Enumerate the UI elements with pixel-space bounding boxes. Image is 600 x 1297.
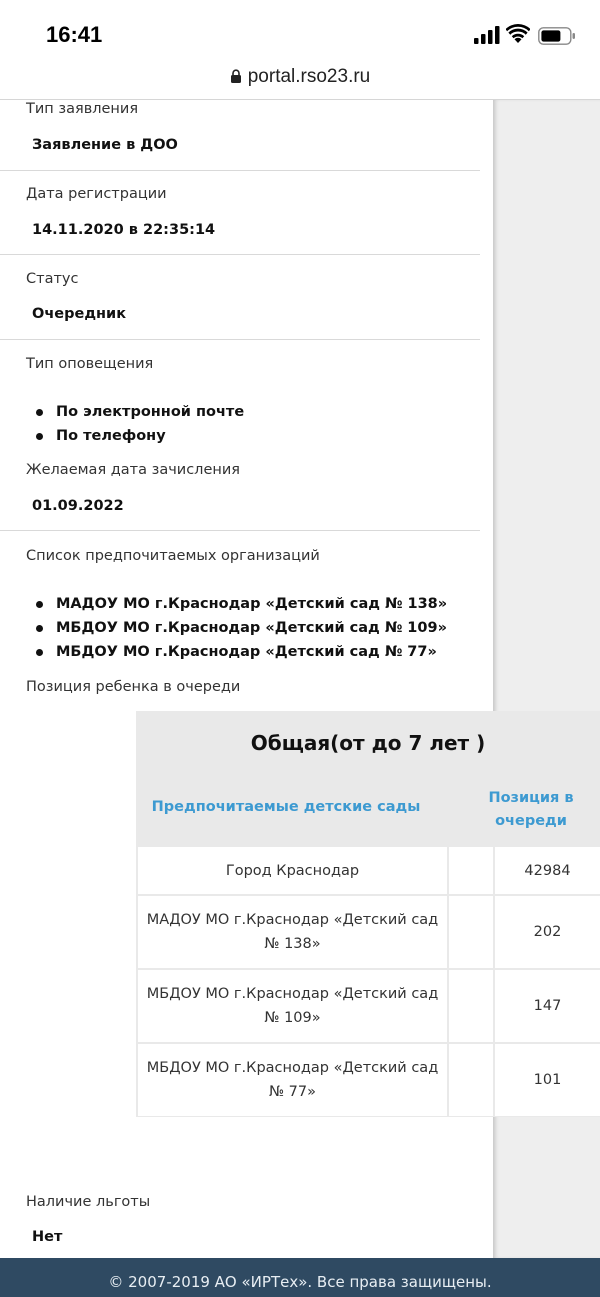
- status-label: Статус: [26, 271, 79, 287]
- enrollment-date-label: Желаемая дата зачисления: [26, 462, 240, 478]
- row-kindergarten-name: МБДОУ МО г.Краснодар «Детский сад № 109»: [138, 970, 447, 1042]
- queue-table: Общая(от до 7 лет ) Предпочитаемые детск…: [136, 711, 600, 1117]
- row-position: 101: [495, 1044, 600, 1116]
- address-bar[interactable]: portal.rso23.ru: [0, 62, 600, 100]
- enrollment-date-value: 01.09.2022: [32, 498, 124, 514]
- queue-table-title: Общая(от до 7 лет ): [250, 731, 486, 755]
- divider: [0, 254, 480, 255]
- url-text: portal.rso23.ru: [247, 66, 371, 87]
- row-kindergarten-name: МАДОУ МО г.Краснодар «Детский сад № 138»: [138, 896, 447, 968]
- row-position: 42984: [495, 847, 600, 894]
- battery-icon: [538, 27, 575, 45]
- list-item: По телефону: [36, 424, 244, 448]
- table-row: Город Краснодар 42984: [136, 847, 600, 894]
- queue-position-label: Позиция ребенка в очереди: [26, 679, 241, 695]
- list-item: По электронной почте: [36, 400, 244, 424]
- wifi-icon: [506, 24, 530, 43]
- benefit-value: Нет: [32, 1229, 63, 1245]
- status-value: Очередник: [32, 306, 127, 322]
- benefit-label: Наличие льготы: [26, 1194, 151, 1210]
- table-row: МБДОУ МО г.Краснодар «Детский сад № 77» …: [136, 1044, 600, 1116]
- application-type-label: Тип заявления: [26, 101, 139, 117]
- preferred-orgs-list: МАДОУ МО г.Краснодар «Детский сад № 138»…: [36, 592, 447, 664]
- row-position: 147: [495, 970, 600, 1042]
- row-empty-cell: [449, 847, 493, 894]
- application-type-value: Заявление в ДОО: [32, 137, 178, 153]
- cellular-signal-icon: [474, 26, 500, 44]
- row-empty-cell: [449, 1044, 493, 1116]
- row-empty-cell: [449, 896, 493, 968]
- registration-date-label: Дата регистрации: [26, 186, 167, 202]
- row-empty-cell: [449, 970, 493, 1042]
- list-item: МБДОУ МО г.Краснодар «Детский сад № 77»: [36, 640, 447, 664]
- column-header-position: Позиция в очереди: [488, 790, 574, 829]
- page-footer: © 2007-2019 АО «ИРТех». Все права защище…: [0, 1258, 600, 1297]
- notification-type-list: По электронной почте По телефону: [36, 400, 244, 448]
- status-time: 16:41: [46, 22, 103, 47]
- column-header-kindergartens: Предпочитаемые детские сады: [151, 799, 421, 815]
- preferred-orgs-label: Список предпочитаемых организаций: [26, 548, 320, 564]
- row-position: 202: [495, 896, 600, 968]
- table-row: МБДОУ МО г.Краснодар «Детский сад № 109»…: [136, 970, 600, 1042]
- registration-date-value: 14.11.2020 в 22:35:14: [32, 222, 216, 238]
- copyright-text: © 2007-2019 АО «ИРТех». Все права защище…: [108, 1273, 492, 1291]
- list-item: МАДОУ МО г.Краснодар «Детский сад № 138»: [36, 592, 447, 616]
- list-item: МБДОУ МО г.Краснодар «Детский сад № 109»: [36, 616, 447, 640]
- status-bar: 16:41: [0, 0, 600, 62]
- lock-icon: [230, 69, 241, 83]
- table-row: МАДОУ МО г.Краснодар «Детский сад № 138»…: [136, 896, 600, 968]
- row-kindergarten-name: Город Краснодар: [138, 847, 447, 894]
- divider: [0, 339, 480, 340]
- divider: [0, 530, 480, 531]
- divider: [0, 170, 480, 171]
- row-kindergarten-name: МБДОУ МО г.Краснодар «Детский сад № 77»: [138, 1044, 447, 1116]
- notification-type-label: Тип оповещения: [26, 356, 154, 372]
